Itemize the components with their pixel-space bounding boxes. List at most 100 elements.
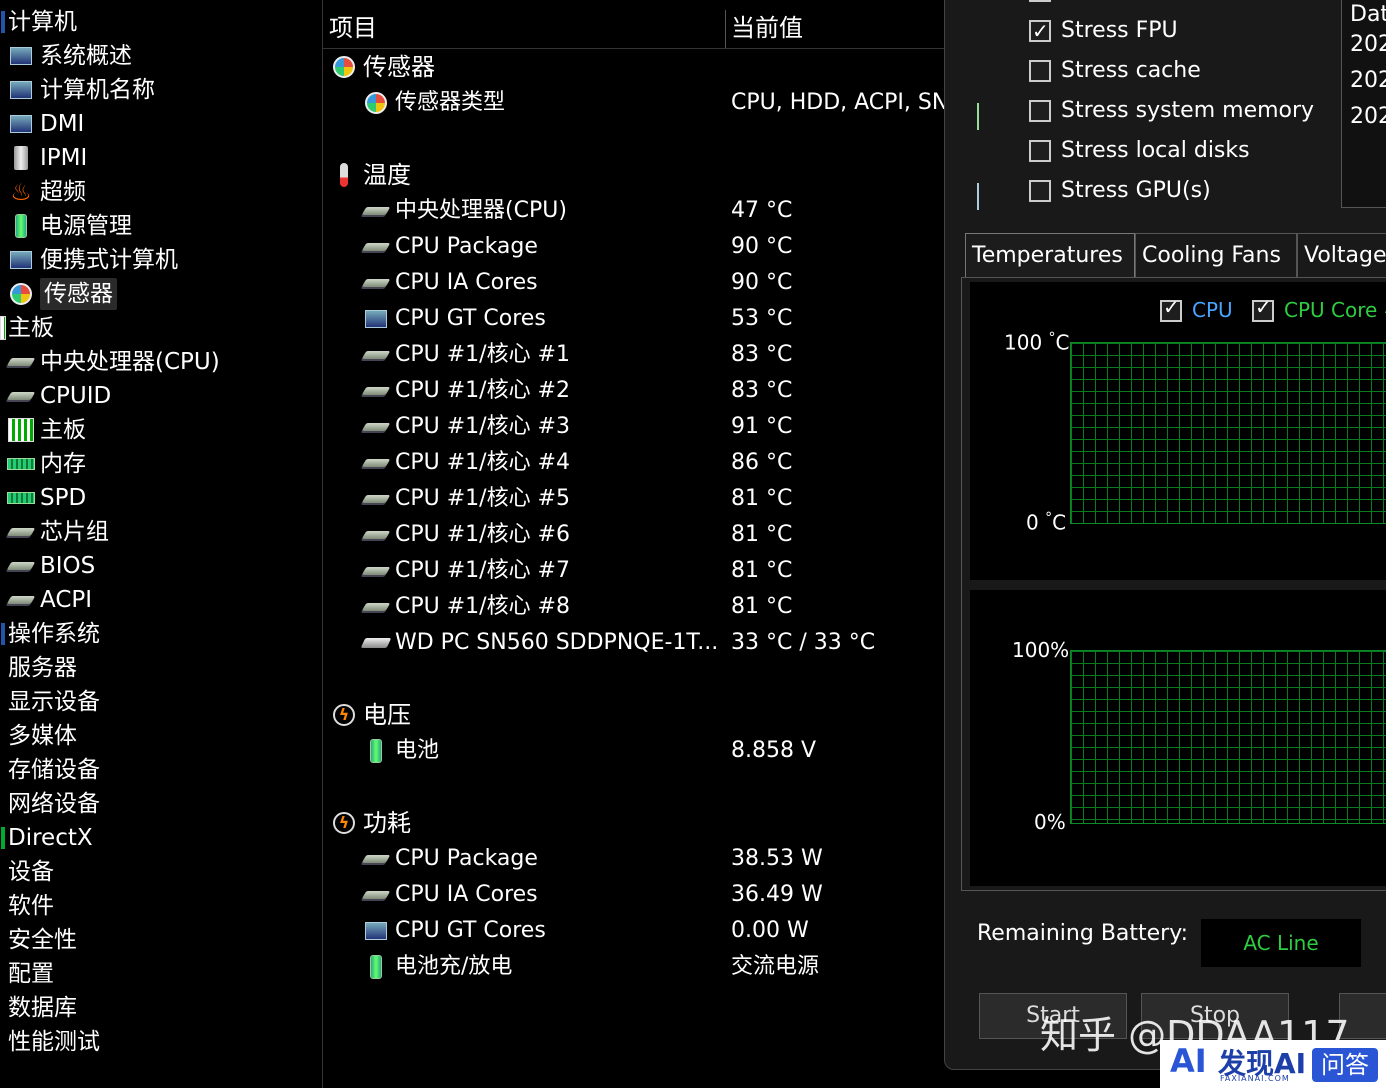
tree-item[interactable]: 便携式计算机: [6, 244, 178, 276]
tree-item[interactable]: 网络设备: [0, 788, 100, 820]
server-icon: [6, 143, 36, 173]
sensor-row[interactable]: CPU Package 90 °C: [323, 230, 947, 264]
tree-item[interactable]: 数据库: [0, 992, 77, 1024]
stress-checkbox[interactable]: [1029, 140, 1051, 162]
sensor-row[interactable]: CPU #1/核心 #6 81 °C: [323, 518, 947, 552]
sensor-value: 91 °C: [731, 414, 793, 439]
tree-item[interactable]: ♨ 超频: [6, 176, 86, 208]
tree-item[interactable]: 传感器: [6, 278, 117, 310]
tree-item[interactable]: CPUID: [6, 380, 111, 412]
cpu-icon: [361, 340, 391, 370]
os-icon: [0, 619, 6, 649]
sensor-group[interactable]: 温度: [323, 158, 947, 192]
battery-icon: [361, 736, 391, 766]
tree-item[interactable]: 多媒体: [0, 720, 77, 752]
legend-cpu-checkbox[interactable]: [1160, 295, 1182, 322]
stress-checkbox[interactable]: [1029, 180, 1051, 202]
tree-item[interactable]: SPD: [6, 482, 86, 514]
tree-item[interactable]: 性能测试: [0, 1026, 100, 1058]
tree-item-label: 主板: [8, 315, 54, 341]
stress-checkbox[interactable]: [1029, 0, 1051, 2]
date-header[interactable]: Date: [1350, 2, 1386, 27]
sensor-row[interactable]: CPU #1/核心 #3 91 °C: [323, 410, 947, 444]
monitor-icon: [361, 916, 391, 946]
tree-item[interactable]: 配置: [0, 958, 54, 990]
device-tree[interactable]: 计算机 系统概述 计算机名称 DMI IPMI ♨ 超频 电源管理 便携式计算机 传感器 主板 中央处…: [0, 0, 322, 1088]
sensor-row[interactable]: CPU #1/核心 #2 83 °C: [323, 374, 947, 408]
sensor-group[interactable]: 传感器: [323, 50, 947, 84]
tree-item-label: 传感器: [40, 278, 117, 310]
sensor-row[interactable]: CPU #1/核心 #7 81 °C: [323, 554, 947, 588]
tree-item[interactable]: DirectX: [0, 822, 93, 854]
sensor-row[interactable]: 电池充/放电 交流电源: [323, 950, 947, 984]
sensor-row[interactable]: CPU IA Cores 36.49 W: [323, 878, 947, 912]
tree-item[interactable]: 系统概述: [6, 40, 132, 72]
sensor-row[interactable]: CPU GT Cores 53 °C: [323, 302, 947, 336]
stress-checkbox[interactable]: [1029, 100, 1051, 122]
sensor-value: 81 °C: [731, 522, 793, 547]
tree-item[interactable]: 芯片组: [6, 516, 109, 548]
stress-checkbox[interactable]: [1029, 15, 1051, 47]
sensor-row[interactable]: WD PC SN560 SDDPNQE-1T... 33 °C / 33 °C: [323, 626, 947, 660]
sensor-value: 90 °C: [731, 270, 793, 295]
tree-item-label: 软件: [8, 893, 54, 919]
sensor-row[interactable]: 电池 8.858 V: [323, 734, 947, 768]
tree-item[interactable]: DMI: [6, 108, 84, 140]
tree-item[interactable]: 主板: [6, 414, 86, 446]
stress-option[interactable]: Stress system memory: [945, 95, 1335, 130]
tree-item-label: 电源管理: [40, 213, 132, 239]
tree-item[interactable]: 内存: [6, 448, 86, 480]
stress-option[interactable]: Stress local disks: [945, 135, 1335, 167]
stress-option[interactable]: Stress FPU: [945, 15, 1335, 47]
cpu-icon: [6, 347, 36, 377]
stress-option[interactable]: Stress CPU: [945, 0, 1335, 7]
cpu-icon: [361, 844, 391, 874]
sensor-row[interactable]: CPU #1/核心 #1 83 °C: [323, 338, 947, 372]
sensor-group[interactable]: ϟ 电压: [323, 698, 947, 732]
tree-item[interactable]: 服务器: [0, 652, 77, 684]
tree-item-label: 超频: [40, 179, 86, 205]
tab-temperatures[interactable]: Temperatures: [965, 233, 1135, 278]
tree-item[interactable]: 设备: [0, 856, 54, 888]
legend-cpu-core-checkbox[interactable]: [1252, 295, 1274, 322]
tree-item[interactable]: 操作系统: [0, 618, 100, 650]
tree-item[interactable]: BIOS: [6, 550, 95, 582]
tree-item[interactable]: IPMI: [6, 142, 87, 174]
column-header-value[interactable]: 当前值: [731, 4, 803, 48]
tree-item[interactable]: 显示设备: [0, 686, 100, 718]
tree-item[interactable]: 安全性: [0, 924, 77, 956]
stress-option[interactable]: Stress GPU(s): [945, 175, 1335, 210]
tree-item[interactable]: 软件: [0, 890, 54, 922]
tree-item[interactable]: 计算机名称: [6, 74, 155, 106]
tree-item[interactable]: 主板: [0, 312, 54, 344]
tree-item[interactable]: 存储设备: [0, 754, 100, 786]
sensor-row[interactable]: CPU GT Cores 0.00 W: [323, 914, 947, 948]
tree-item[interactable]: 电源管理: [6, 210, 132, 242]
tree-item-label: 计算机: [8, 9, 77, 35]
sensor-row[interactable]: 传感器类型 CPU, HDD, ACPI, SNB: [323, 86, 947, 120]
sensor-row[interactable]: CPU #1/核心 #5 81 °C: [323, 482, 947, 516]
stress-checkbox[interactable]: [1029, 60, 1051, 82]
sensor-row[interactable]: 中央处理器(CPU) 47 °C: [323, 194, 947, 228]
column-divider[interactable]: [725, 10, 726, 48]
stress-option[interactable]: Stress cache: [945, 55, 1335, 87]
laptop-icon: [6, 245, 36, 275]
tree-item[interactable]: ACPI: [6, 584, 92, 616]
sensor-name: CPU IA Cores: [395, 882, 538, 907]
sensor-row[interactable]: CPU #1/核心 #8 81 °C: [323, 590, 947, 624]
tab-voltages[interactable]: Voltages: [1297, 233, 1386, 278]
cpu-icon: [361, 196, 391, 226]
cpu-icon: [361, 448, 391, 478]
tab-cooling-fans[interactable]: Cooling Fans: [1135, 233, 1297, 278]
sensor-group[interactable]: ϟ 功耗: [323, 806, 947, 840]
sensor-row[interactable]: CPU Package 38.53 W: [323, 842, 947, 876]
tree-item-label: 性能测试: [8, 1029, 100, 1055]
column-header-item[interactable]: 项目: [329, 4, 377, 48]
sensor-name: WD PC SN560 SDDPNQE-1T...: [395, 630, 719, 655]
sensor-list[interactable]: 项目 当前值 传感器 传感器类型 CPU, HDD, ACPI, SNB 温度 中央处理…: [322, 0, 947, 1088]
sensor-row[interactable]: CPU IA Cores 90 °C: [323, 266, 947, 300]
tree-item[interactable]: 中央处理器(CPU): [6, 346, 220, 378]
tree-item[interactable]: 计算机: [0, 6, 77, 38]
sensor-name: CPU IA Cores: [395, 270, 538, 295]
sensor-row[interactable]: CPU #1/核心 #4 86 °C: [323, 446, 947, 480]
